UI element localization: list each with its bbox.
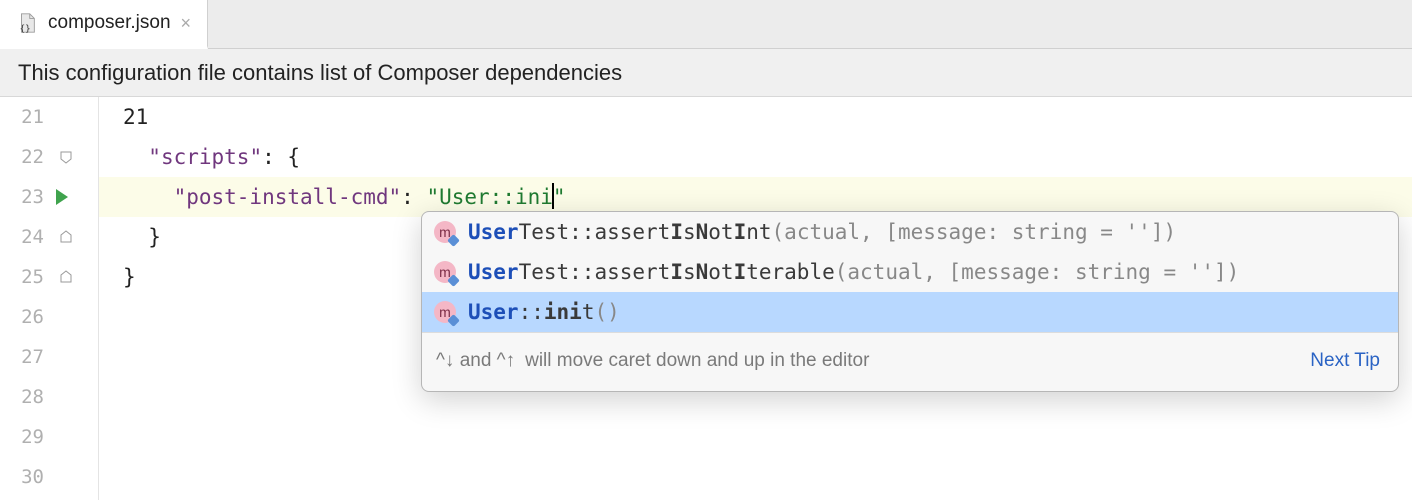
completion-popup[interactable]: m UserTest::assertIsNotInt(actual, [mess… <box>421 211 1399 392</box>
line-number: 28 <box>0 377 44 417</box>
completion-item[interactable]: m UserTest::assertIsNotIterable(actual, … <box>422 252 1398 292</box>
tab-bar: {} composer.json × <box>0 0 1412 49</box>
code-line: 21 <box>99 97 1412 137</box>
completion-item[interactable]: m UserTest::assertIsNotInt(actual, [mess… <box>422 212 1398 252</box>
close-icon[interactable]: × <box>181 14 192 32</box>
svg-text:{}: {} <box>20 23 31 34</box>
line-number: 29 <box>0 417 44 457</box>
banner-text: This configuration file contains list of… <box>18 60 622 86</box>
line-number: 25 <box>0 257 44 297</box>
fold-end-icon[interactable] <box>56 257 76 297</box>
code-line: "scripts": { <box>99 137 1412 177</box>
gutter: 21 22 23 24 25 26 27 28 29 30 <box>0 97 99 500</box>
json-file-icon: {} <box>16 12 38 34</box>
code-area[interactable]: 21 "scripts": { "post-install-cmd": "Use… <box>99 97 1412 500</box>
line-number: 24 <box>0 217 44 257</box>
tab-filename: composer.json <box>48 12 171 34</box>
completion-label: UserTest::assertIsNotIterable(actual, [m… <box>468 252 1239 292</box>
next-tip-link[interactable]: Next Tip <box>1310 341 1380 381</box>
completion-label: UserTest::assertIsNotInt(actual, [messag… <box>468 212 1176 252</box>
completion-label: User::init() <box>468 292 620 332</box>
line-number: 23 <box>0 177 44 217</box>
line-number: 30 <box>0 457 44 497</box>
info-banner: This configuration file contains list of… <box>0 49 1412 97</box>
method-icon: m <box>434 301 456 323</box>
hint-text: will move caret down and up in the edito… <box>525 341 869 381</box>
line-number: 26 <box>0 297 44 337</box>
line-number: 22 <box>0 137 44 177</box>
line-number: 21 <box>0 97 44 137</box>
method-icon: m <box>434 221 456 243</box>
text-caret <box>552 183 554 209</box>
hint-keys: ^↓ and ^↑ <box>436 341 515 381</box>
line-number: 27 <box>0 337 44 377</box>
fold-end-icon[interactable] <box>56 217 76 257</box>
method-icon: m <box>434 261 456 283</box>
completion-item-selected[interactable]: m User::init() <box>422 292 1398 332</box>
run-gutter-icon[interactable] <box>52 177 72 217</box>
fold-start-icon[interactable] <box>56 137 76 177</box>
completion-hint: ^↓ and ^↑ will move caret down and up in… <box>422 332 1398 391</box>
tab-composer-json[interactable]: {} composer.json × <box>0 0 208 49</box>
editor[interactable]: 21 22 23 24 25 26 27 28 29 30 21 "script… <box>0 97 1412 500</box>
